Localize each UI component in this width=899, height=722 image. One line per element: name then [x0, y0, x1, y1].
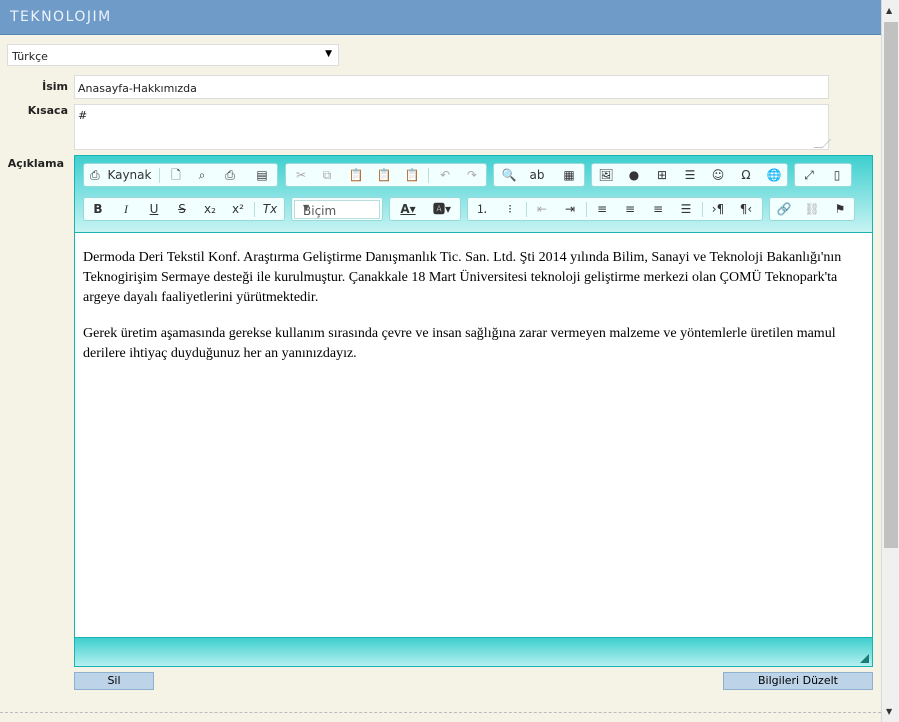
source-button[interactable]: ⎙ Kaynak [87, 166, 157, 185]
resize-handle-icon[interactable] [813, 139, 832, 148]
select-all-icon[interactable]: ▦ [557, 166, 581, 185]
aciklama-label: Açıklama [7, 157, 64, 170]
numbered-list-icon[interactable]: ⒈ [470, 200, 494, 219]
toolbar-separator [159, 168, 160, 183]
resize-grip-icon[interactable] [860, 654, 869, 663]
toolbar-separator [526, 202, 527, 217]
italic-icon[interactable]: I [114, 200, 138, 219]
paste-word-icon[interactable]: 📋 [400, 166, 424, 185]
format-combo[interactable]: Biçim ▼ [294, 200, 380, 219]
format-group: Biçim ▼ [291, 197, 383, 221]
document-group: ⎙ Kaynak 🗋 ⌕ ⎙ ▤ [83, 163, 278, 187]
bulleted-list-icon[interactable]: ⁝ [498, 200, 522, 219]
scroll-up-icon[interactable]: ▲ [886, 6, 892, 15]
source-button-label: Kaynak [107, 168, 152, 182]
kisaca-textarea-value: # [78, 109, 88, 122]
subscript-icon[interactable]: x₂ [198, 200, 222, 219]
table-icon[interactable]: ⊞ [650, 166, 674, 185]
chevron-down-icon: ▼ [303, 203, 310, 212]
replace-icon[interactable]: ab [525, 166, 549, 185]
print-icon[interactable]: ⎙ [218, 166, 242, 185]
basic-styles-group: B I U S x₂ x² Tx [83, 197, 285, 221]
align-left-icon[interactable]: ≡ [590, 200, 614, 219]
delete-button[interactable]: Sil [74, 672, 154, 690]
language-select-value: Türkçe [12, 50, 48, 63]
app-header: TEKNOLOJIM [0, 0, 881, 35]
bold-icon[interactable]: B [86, 200, 110, 219]
link-icon[interactable]: 🔗 [772, 200, 796, 219]
undo-icon[interactable]: ↶ [433, 166, 457, 185]
paste-icon[interactable]: 📋 [344, 166, 368, 185]
new-page-icon[interactable]: 🗋 [164, 166, 188, 185]
toolbar-separator [428, 168, 429, 183]
flash-icon[interactable]: ● [622, 166, 646, 185]
superscript-icon[interactable]: x² [226, 200, 250, 219]
paste-text-icon[interactable]: 📋 [372, 166, 396, 185]
outdent-icon[interactable]: ⇤ [530, 200, 554, 219]
scroll-down-icon[interactable]: ▼ [886, 707, 892, 716]
clipboard-group: ✂ ⧉ 📋 📋 📋 ↶ ↷ [285, 163, 487, 187]
bg-color-icon[interactable]: 🅰▾ [426, 200, 458, 219]
toolbar-separator [702, 202, 703, 217]
toolbar-separator [254, 202, 255, 217]
remove-format-icon[interactable]: Tx [258, 200, 282, 219]
isim-label: İsim [42, 80, 68, 93]
justify-icon[interactable]: ☰ [674, 200, 698, 219]
links-group: 🔗 ⛓ ⚑ [769, 197, 855, 221]
unlink-icon[interactable]: ⛓ [800, 200, 824, 219]
kisaca-textarea[interactable]: # [74, 104, 832, 150]
save-button[interactable]: Bilgileri Düzelt [723, 672, 873, 690]
view-group: ⤢ ▯ [794, 163, 852, 187]
rtl-icon[interactable]: ¶‹ [734, 200, 758, 219]
find-group: 🔍 ab ▦ [493, 163, 585, 187]
maximize-icon[interactable]: ⤢ [797, 166, 821, 185]
underline-icon[interactable]: U [142, 200, 166, 219]
page-scrollbar[interactable]: ▲ ▼ [881, 0, 899, 722]
editor-footer [75, 637, 872, 666]
cut-icon[interactable]: ✂ [289, 166, 313, 185]
brand-logo: TEKNOLOJIM [10, 9, 112, 25]
image-icon[interactable]: 🖼 [594, 166, 618, 185]
scrollbar-thumb[interactable] [884, 22, 898, 548]
kisaca-label: Kısaca [27, 104, 68, 117]
smiley-icon[interactable]: ☺ [706, 166, 730, 185]
content-paragraph: Gerek üretim aşamasında gerekse kullanım… [83, 326, 836, 361]
editor-toolbar: ⎙ Kaynak 🗋 ⌕ ⎙ ▤ ✂ ⧉ 📋 📋 📋 ↶ ↷ 🔍 ab ▦ 🖼 [75, 156, 872, 233]
editor-content[interactable]: Dermoda Deri Tekstil Konf. Araştırma Gel… [75, 233, 872, 637]
color-group: A▾ 🅰▾ [389, 197, 461, 221]
language-select[interactable]: Türkçe ▼ [7, 44, 339, 66]
preview-icon[interactable]: ⌕ [190, 166, 214, 185]
strike-icon[interactable]: S [170, 200, 194, 219]
indent-icon[interactable]: ⇥ [558, 200, 582, 219]
content-paragraph: Dermoda Deri Tekstil Konf. Araştırma Gel… [83, 250, 842, 305]
paragraph-group: ⒈ ⁝ ⇤ ⇥ ≡ ≡ ≡ ☰ ›¶ ¶‹ [467, 197, 763, 221]
source-icon: ⎙ [90, 168, 100, 182]
copy-icon[interactable]: ⧉ [315, 166, 339, 185]
templates-icon[interactable]: ▤ [250, 166, 274, 185]
show-blocks-icon[interactable]: ▯ [825, 166, 849, 185]
text-color-icon[interactable]: A▾ [392, 200, 424, 219]
iframe-icon[interactable]: 🌐 [762, 166, 786, 185]
divider [0, 712, 881, 714]
align-right-icon[interactable]: ≡ [646, 200, 670, 219]
ltr-icon[interactable]: ›¶ [706, 200, 730, 219]
rich-text-editor[interactable]: ⎙ Kaynak 🗋 ⌕ ⎙ ▤ ✂ ⧉ 📋 📋 📋 ↶ ↷ 🔍 ab ▦ 🖼 [74, 155, 873, 667]
chevron-down-icon: ▼ [325, 49, 332, 59]
find-icon[interactable]: 🔍 [497, 166, 521, 185]
isim-input-value: Anasayfa-Hakkımızda [78, 82, 197, 95]
insert-group: 🖼 ● ⊞ ☰ ☺ Ω 🌐 [591, 163, 788, 187]
special-char-icon[interactable]: Ω [734, 166, 758, 185]
isim-input[interactable]: Anasayfa-Hakkımızda [74, 75, 829, 99]
redo-icon[interactable]: ↷ [460, 166, 484, 185]
toolbar-separator [586, 202, 587, 217]
horizontal-line-icon[interactable]: ☰ [678, 166, 702, 185]
align-center-icon[interactable]: ≡ [618, 200, 642, 219]
anchor-icon[interactable]: ⚑ [828, 200, 852, 219]
